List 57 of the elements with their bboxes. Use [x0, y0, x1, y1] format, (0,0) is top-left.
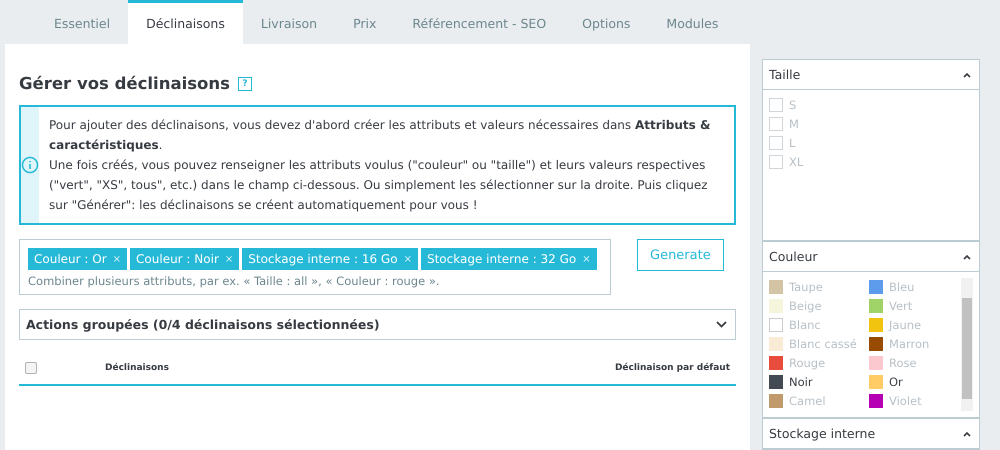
- attribute-tag: Couleur : Noir ×: [130, 248, 240, 270]
- attribute-value[interactable]: Marron: [869, 335, 961, 353]
- checkbox: [769, 136, 783, 150]
- attribute-value[interactable]: Camel: [769, 392, 861, 410]
- tab[interactable]: Livraison: [242, 0, 336, 44]
- attribute-tag: Stockage interne : 32 Go ×: [420, 248, 597, 270]
- attribute-value[interactable]: Blanc: [769, 316, 861, 334]
- attribute-value[interactable]: Taupe: [769, 278, 861, 296]
- attribute-value[interactable]: XL: [769, 153, 973, 171]
- collapse-icon: [963, 254, 971, 260]
- collapse-icon: [963, 430, 971, 436]
- checkbox: [769, 155, 783, 169]
- section-title: Gérer vos déclinaisons: [19, 74, 230, 93]
- panel-header[interactable]: Couleur: [763, 242, 979, 272]
- attribute-value[interactable]: Rose: [869, 354, 961, 372]
- remove-tag-button[interactable]: ×: [404, 254, 412, 264]
- attribute-value[interactable]: Beige: [769, 297, 861, 315]
- attribute-value[interactable]: Rouge: [769, 354, 861, 372]
- attribute-value[interactable]: Noir: [769, 373, 861, 391]
- checkbox: [769, 98, 783, 112]
- collapse-icon: [963, 72, 971, 78]
- bulk-actions-dropdown[interactable]: Actions groupées (0/4 déclinaisons sélectionnées): [19, 309, 736, 340]
- select-all-checkbox[interactable]: [25, 362, 37, 374]
- attribute-tag-field[interactable]: Couleur : Or × Couleur : Noir × Stockage interne : 16 Go × Stockage interne : 32 Go × Combiner plusieurs attributs, par ex. « Taille : all », « Couleur : rouge ».: [19, 239, 611, 295]
- column-header: Déclinaison par défaut: [614, 363, 730, 373]
- attribute-value[interactable]: Vert: [869, 297, 961, 315]
- tab[interactable]: Prix: [335, 0, 394, 44]
- attribute-tag: Stockage interne : 16 Go ×: [242, 248, 418, 270]
- attribute-value[interactable]: Violet: [869, 392, 961, 410]
- tab[interactable]: Modules: [648, 0, 736, 44]
- tab[interactable]: Référencement - SEO: [394, 0, 564, 44]
- panel-title: Taille: [769, 67, 800, 82]
- attribute-value[interactable]: Jaune: [869, 316, 961, 334]
- remove-tag-button[interactable]: ×: [224, 254, 234, 264]
- remove-tag-button[interactable]: ×: [582, 254, 591, 264]
- scrollbar[interactable]: [961, 278, 973, 411]
- help-icon[interactable]: ?: [238, 76, 252, 90]
- panel-header[interactable]: Taille: [763, 60, 979, 90]
- attribute-value[interactable]: Or: [869, 373, 961, 391]
- chevron-icon: [716, 321, 727, 328]
- attribute-value[interactable]: S: [769, 96, 973, 114]
- attribute-value[interactable]: Blanc cassé: [769, 335, 861, 353]
- info-text: Pour ajouter des déclinaisons, vous devez d'abord créer les attributs et valeurs nécessaires dans Attributs & caractéristiques. Une fois créés, vous pouvez renseigner les attributs voulus ("couleur" ou "taille") et leurs valeurs respectives ("vert", "XS", tous", etc.) dans le champ ci-dessous. Ou simplement les sélectionner sur la droite. Puis cliquez sur "Générer": les déclinaisons se créent automatiquement pour vous !: [48, 117, 712, 214]
- attribute-value[interactable]: M: [769, 115, 973, 133]
- tab[interactable]: Déclinaisons: [128, 0, 243, 44]
- panel-title: Couleur: [769, 249, 818, 264]
- column-header: Déclinaisons: [105, 363, 169, 373]
- tab[interactable]: Options: [564, 0, 648, 44]
- panel-title: Stockage interne: [769, 426, 876, 441]
- generate-button[interactable]: Generate: [637, 239, 724, 271]
- checkbox: [769, 117, 783, 131]
- tab[interactable]: Essentiel: [36, 0, 128, 44]
- attribute-value[interactable]: L: [769, 134, 973, 152]
- remove-tag-button[interactable]: ×: [112, 254, 122, 264]
- attribute-tag: Couleur : Or ×: [28, 248, 128, 270]
- attribute-value[interactable]: Bleu: [869, 278, 961, 296]
- panel-header[interactable]: Stockage interne: [763, 419, 979, 449]
